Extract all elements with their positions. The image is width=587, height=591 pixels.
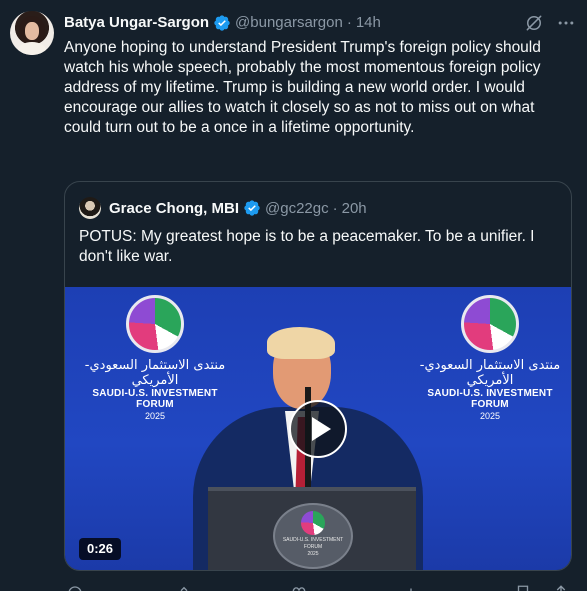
quote-text: POTUS: My greatest hope is to be a peace… — [79, 228, 535, 265]
verified-badge-icon[interactable] — [213, 14, 231, 32]
forum-emblem — [126, 295, 184, 353]
play-icon[interactable] — [289, 400, 347, 458]
quote-time[interactable]: 20h — [342, 200, 367, 217]
quote-author-avatar[interactable] — [79, 197, 101, 219]
quote-author-display-name[interactable]: Grace Chong, MBI — [109, 200, 239, 217]
more-icon[interactable] — [556, 13, 576, 33]
video-player[interactable]: منتدى الاستثمار السعودي-الأمريكي SAUDI-U… — [65, 287, 571, 570]
tweet[interactable]: Batya Ungar-Sargon @bungarsargon · 14h A… — [0, 0, 587, 591]
share-icon[interactable] — [552, 584, 570, 591]
views-icon[interactable] — [402, 584, 420, 591]
forum-emblem — [461, 295, 519, 353]
separator-dot: · — [346, 14, 352, 31]
separator-dot: · — [332, 199, 338, 217]
forum-english-title: SAUDI-U.S. INVESTMENT FORUM — [427, 388, 553, 410]
podium-seal-year: 2025 — [307, 551, 319, 557]
like-icon[interactable] — [290, 584, 308, 591]
grok-icon[interactable] — [524, 13, 544, 33]
podium: SAUDI-U.S. INVESTMENT FORUM 2025 — [208, 487, 416, 570]
forum-arabic-title: منتدى الاستثمار السعودي-الأمريكي — [419, 358, 561, 388]
speaker-hair — [267, 327, 335, 359]
reply-icon[interactable] — [66, 584, 84, 591]
author-handle[interactable]: @bungarsargon — [235, 13, 343, 33]
verified-badge-icon[interactable] — [243, 199, 261, 217]
avatar-shirt — [18, 42, 46, 55]
podium-emblem — [301, 511, 325, 535]
tweet-time[interactable]: 14h — [356, 13, 381, 33]
repost-icon[interactable] — [178, 584, 196, 591]
quoted-tweet[interactable]: Grace Chong, MBI @gc22gc · 20h POTUS: My… — [64, 181, 572, 571]
tweet-header: Batya Ungar-Sargon @bungarsargon · 14h — [64, 13, 381, 33]
action-bar — [64, 582, 574, 591]
bookmark-icon[interactable] — [514, 584, 532, 591]
author-display-name[interactable]: Batya Ungar-Sargon — [64, 13, 209, 33]
podium-seal-title: SAUDI-U.S. INVESTMENT FORUM — [282, 537, 344, 550]
video-duration: 0:26 — [79, 538, 122, 560]
podium-seal: SAUDI-U.S. INVESTMENT FORUM 2025 — [273, 503, 353, 569]
quote-author-handle[interactable]: @gc22gc — [265, 200, 329, 217]
tweet-text: Anyone hoping to understand President Tr… — [64, 39, 541, 136]
forum-logo-right: منتدى الاستثمار السعودي-الأمريكي SAUDI-U… — [410, 295, 570, 421]
avatar-face — [25, 22, 39, 40]
author-avatar[interactable] — [10, 11, 54, 55]
forum-year: 2025 — [479, 411, 501, 421]
quote-header: Grace Chong, MBI @gc22gc · 20h — [79, 196, 367, 220]
